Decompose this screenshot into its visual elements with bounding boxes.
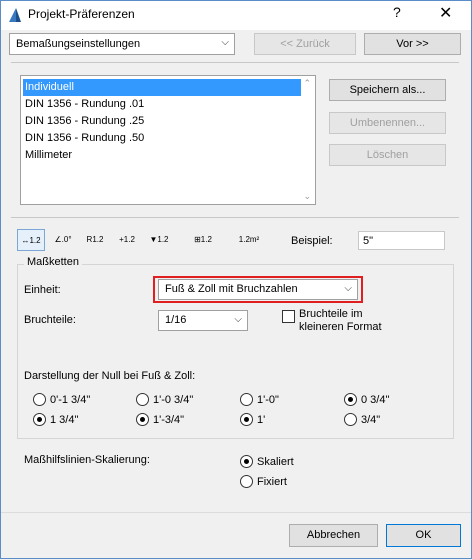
smaller-format-label-line2: kleineren Format — [299, 321, 382, 333]
chevron-down-icon: ⌵ — [344, 283, 352, 294]
unit-label: Einheit: — [24, 284, 61, 296]
preset-list-item[interactable]: DIN 1356 - Rundung .50 — [23, 130, 301, 147]
chevron-down-icon: ⌵ — [221, 37, 229, 48]
unit-select-value: Fuß & Zoll mit Bruchzahlen — [165, 283, 298, 295]
zero-format-label: 3/4" — [361, 414, 381, 426]
close-button[interactable]: ✕ — [439, 3, 452, 23]
zero-format-radio[interactable] — [344, 393, 357, 406]
zero-format-label: 1'-3/4" — [153, 414, 185, 426]
rename-button[interactable]: Umbenennen... — [329, 112, 446, 134]
zero-format-radio[interactable] — [344, 413, 357, 426]
zero-format-radio[interactable] — [136, 413, 149, 426]
smaller-format-label-line1: Bruchteile im — [299, 308, 363, 320]
fraction-select[interactable]: 1/16 ⌵ — [158, 310, 248, 331]
preset-list[interactable]: Individuell DIN 1356 - Rundung .01 DIN 135… — [20, 75, 316, 205]
zero-format-radio[interactable] — [240, 393, 253, 406]
scroll-down-icon[interactable]: ⌄ — [303, 191, 311, 202]
zero-format-label: 1'-0 3/4" — [153, 394, 194, 406]
delete-button[interactable]: Löschen — [329, 144, 446, 166]
window-title: Projekt-Präferenzen — [28, 7, 135, 21]
zero-format-radio[interactable] — [33, 413, 46, 426]
radial-dimension-icon[interactable]: R1.2 — [81, 229, 109, 251]
example-value: 5" — [358, 231, 445, 250]
scroll-up-icon[interactable]: ⌃ — [303, 78, 311, 89]
next-button[interactable]: Vor >> — [364, 33, 461, 55]
app-logo-icon — [7, 7, 23, 23]
zero-format-label: 1 3/4" — [50, 414, 79, 426]
smaller-format-checkbox[interactable] — [282, 310, 295, 323]
scaling-radio[interactable] — [240, 475, 253, 488]
elevation-dimension-icon[interactable]: ▼1.2 — [145, 229, 173, 251]
smaller-format-label: Bruchteile im kleineren Format — [299, 308, 382, 334]
save-as-button[interactable]: Speichern als... — [329, 79, 446, 101]
fraction-select-value: 1/16 — [165, 314, 187, 326]
preset-list-item[interactable]: Millimeter — [23, 147, 301, 164]
chevron-down-icon: ⌵ — [234, 314, 242, 325]
divider — [11, 217, 459, 218]
zero-format-label: 0'-1 3/4" — [50, 394, 91, 406]
preset-list-item[interactable]: DIN 1356 - Rundung .25 — [23, 113, 301, 130]
back-button[interactable]: << Zurück — [254, 33, 356, 55]
zero-format-radio[interactable] — [240, 413, 253, 426]
group-title: Maßketten — [24, 256, 82, 268]
fraction-label: Bruchteile: — [24, 314, 76, 326]
help-button[interactable]: ? — [393, 4, 401, 20]
page-select[interactable]: Bemaßungseinstellungen ⌵ — [9, 33, 235, 55]
zero-format-radio[interactable] — [136, 393, 149, 406]
door-window-dimension-icon[interactable]: ⊞1.2 — [175, 229, 231, 251]
zero-format-label: 1'-0" — [257, 394, 279, 406]
preset-list-item[interactable]: DIN 1356 - Rundung .01 — [23, 96, 301, 113]
linear-dimension-icon[interactable]: ↔1.2 — [17, 229, 45, 251]
area-calculation-icon[interactable]: 1.2m² — [235, 229, 263, 251]
preset-list-item[interactable]: Individuell — [23, 79, 301, 96]
divider — [11, 62, 459, 63]
level-dimension-icon[interactable]: +1.2 — [113, 229, 141, 251]
zero-format-radio[interactable] — [33, 393, 46, 406]
scaling-label: Maßhilfslinien-Skalierung: — [24, 454, 150, 466]
cancel-button[interactable]: Abbrechen — [289, 524, 378, 547]
unit-select[interactable]: Fuß & Zoll mit Bruchzahlen ⌵ — [158, 279, 358, 300]
scaling-radio[interactable] — [240, 455, 253, 468]
scaling-option-label: Skaliert — [257, 456, 294, 468]
zero-format-label: 0 3/4" — [361, 394, 390, 406]
example-label: Beispiel: — [291, 235, 333, 247]
ok-button[interactable]: OK — [386, 524, 461, 547]
zero-display-label: Darstellung der Null bei Fuß & Zoll: — [24, 370, 196, 382]
angle-dimension-icon[interactable]: ∠.0° — [49, 229, 77, 251]
page-select-value: Bemaßungseinstellungen — [16, 38, 141, 50]
scaling-option-label: Fixiert — [257, 476, 287, 488]
zero-format-label: 1' — [257, 414, 266, 426]
